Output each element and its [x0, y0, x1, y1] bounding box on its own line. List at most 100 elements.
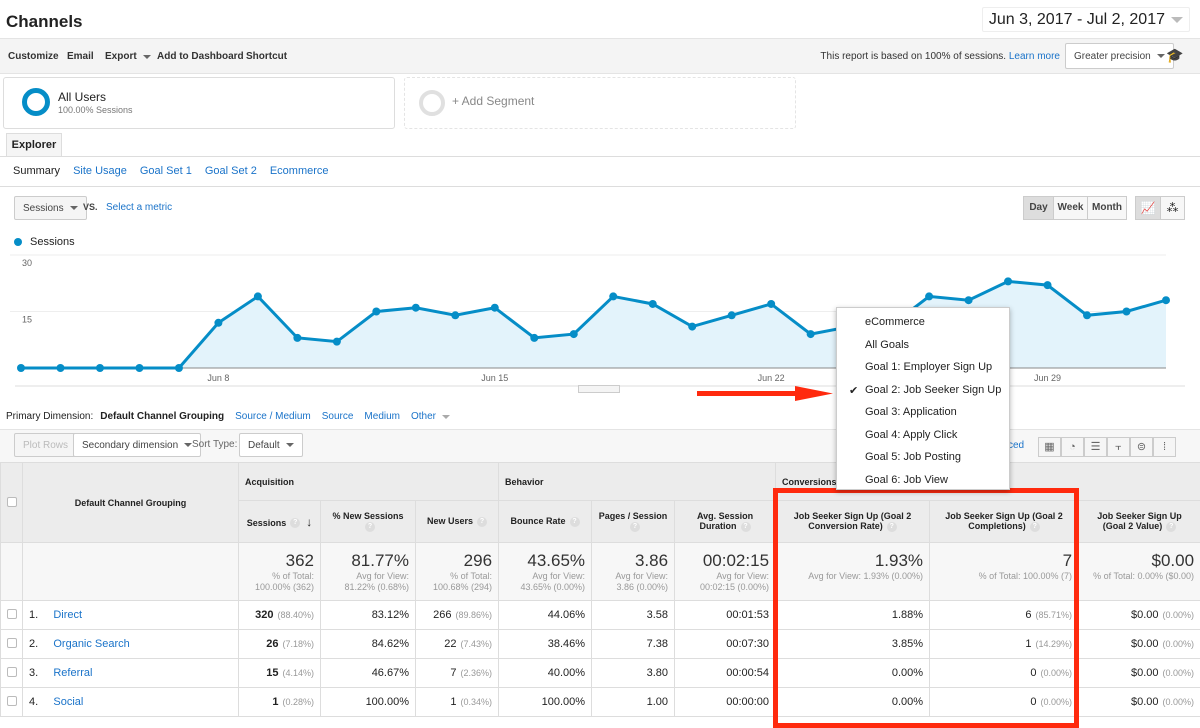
- row-checkbox[interactable]: [7, 609, 17, 619]
- subtab-site-usage[interactable]: Site Usage: [73, 165, 127, 177]
- channel-link[interactable]: Organic Search: [53, 638, 129, 650]
- goal-menu-label: eCommerce: [865, 316, 925, 328]
- row-checkbox[interactable]: [7, 667, 17, 677]
- month-button[interactable]: Month: [1087, 197, 1126, 219]
- precision-dropdown[interactable]: Greater precision: [1065, 43, 1174, 69]
- motion-chart-icon[interactable]: ⁂: [1160, 197, 1184, 219]
- goal-menu-item[interactable]: Goal 5: Job Posting: [865, 451, 961, 463]
- column-header[interactable]: Sessions?↓: [239, 501, 321, 543]
- new-users-pct: (89.86%): [456, 610, 493, 620]
- total-value: 81.77%: [327, 551, 409, 571]
- select-all-checkbox[interactable]: [7, 497, 17, 507]
- channel-link[interactable]: Social: [53, 696, 83, 708]
- subtab-goal-set-1[interactable]: Goal Set 1: [140, 165, 192, 177]
- performance-view-icon[interactable]: ☰: [1084, 437, 1107, 457]
- week-button[interactable]: Week: [1053, 197, 1087, 219]
- data-point: [214, 319, 222, 327]
- subtab-summary[interactable]: Summary: [13, 165, 60, 177]
- dimension-cell: 1. Direct: [23, 601, 239, 630]
- help-icon[interactable]: ?: [290, 518, 300, 528]
- goal-menu-item[interactable]: Goal 3: Application: [865, 406, 957, 418]
- dimension-source[interactable]: Source: [322, 411, 354, 422]
- help-icon[interactable]: ?: [477, 517, 487, 527]
- row-checkbox[interactable]: [7, 638, 17, 648]
- dimension-medium[interactable]: Medium: [364, 411, 400, 422]
- cell: 46.67%: [321, 659, 416, 688]
- sort-type-dropdown[interactable]: Default: [239, 433, 303, 457]
- segment-ring-icon: [419, 90, 445, 116]
- customize-button[interactable]: Customize: [8, 51, 59, 62]
- goal-menu-item[interactable]: eCommerce: [865, 316, 925, 328]
- sort-desc-icon[interactable]: ↓: [306, 515, 312, 529]
- advanced-link[interactable]: ced: [1008, 440, 1024, 451]
- row-checkbox[interactable]: [7, 696, 17, 706]
- column-header[interactable]: Job Seeker Sign Up (Goal 2 Conversion Ra…: [776, 501, 930, 543]
- dimension-header[interactable]: Default Channel Grouping: [23, 463, 239, 543]
- dimension-other[interactable]: Other: [411, 411, 450, 422]
- column-header[interactable]: Pages / Session?: [592, 501, 675, 543]
- help-icon[interactable]: ?: [630, 522, 640, 532]
- line-chart-icon[interactable]: 📈: [1136, 197, 1160, 219]
- data-point: [254, 292, 262, 300]
- total-sub: % of Total:: [422, 571, 492, 582]
- add-to-dashboard-button[interactable]: Add to Dashboard: [157, 51, 244, 62]
- help-icon[interactable]: ?: [365, 522, 375, 532]
- column-header[interactable]: Job Seeker Sign Up (Goal 2 Completions)?: [930, 501, 1079, 543]
- cell: 0.00%: [776, 688, 930, 717]
- help-icon[interactable]: ?: [1030, 522, 1040, 532]
- help-icon[interactable]: ?: [1166, 522, 1176, 532]
- column-header[interactable]: Bounce Rate?: [499, 501, 592, 543]
- subtab-goal-set-2[interactable]: Goal Set 2: [205, 165, 257, 177]
- dimension-default-channel-grouping[interactable]: Default Channel Grouping: [100, 411, 224, 422]
- segment-all-users[interactable]: All Users 100.00% Sessions: [3, 77, 395, 129]
- help-icon[interactable]: ?: [887, 522, 897, 532]
- pie-view-icon[interactable]: ◔: [1061, 437, 1084, 457]
- column-header[interactable]: New Users?: [416, 501, 499, 543]
- new-users-value: 22: [444, 638, 456, 650]
- date-range-picker[interactable]: Jun 3, 2017 - Jul 2, 2017: [982, 7, 1190, 32]
- chart-resize-handle[interactable]: [578, 385, 620, 393]
- plot-rows-button[interactable]: Plot Rows: [14, 433, 77, 457]
- day-button[interactable]: Day: [1024, 197, 1053, 219]
- email-button[interactable]: Email: [67, 51, 94, 62]
- export-button[interactable]: Export: [105, 51, 151, 62]
- goal-menu-item[interactable]: Goal 4: Apply Click: [865, 429, 957, 441]
- learn-more-link[interactable]: Learn more: [1009, 51, 1060, 62]
- column-header[interactable]: % New Sessions?: [321, 501, 416, 543]
- sampling-text: This report is based on 100% of sessions…: [820, 51, 1006, 62]
- data-point: [135, 364, 143, 372]
- goal-menu-item[interactable]: Goal 1: Employer Sign Up: [865, 361, 992, 373]
- row-number: 2.: [29, 638, 38, 650]
- column-header[interactable]: Job Seeker Sign Up (Goal 2 Value)?: [1079, 501, 1200, 543]
- cell: 0(0.00%): [930, 659, 1079, 688]
- data-point: [965, 296, 973, 304]
- data-point: [767, 300, 775, 308]
- add-segment-button[interactable]: + Add Segment: [404, 77, 796, 129]
- subtab-ecommerce[interactable]: Ecommerce: [270, 165, 329, 177]
- goal-menu-item[interactable]: ✔Goal 2: Job Seeker Sign Up: [865, 384, 1001, 396]
- graduation-cap-icon[interactable]: 🎓: [1166, 47, 1183, 64]
- goal-menu-item[interactable]: All Goals: [865, 339, 909, 351]
- channel-link[interactable]: Referral: [53, 667, 92, 679]
- dimension-source-medium[interactable]: Source / Medium: [235, 411, 311, 422]
- term-cloud-icon[interactable]: ⊜: [1130, 437, 1153, 457]
- table-view-icon[interactable]: ▦: [1038, 437, 1061, 457]
- channel-link[interactable]: Direct: [53, 609, 82, 621]
- report-toolbar: Customize Email Export Add to Dashboard …: [0, 38, 1200, 74]
- help-icon[interactable]: ?: [570, 517, 580, 527]
- secondary-dimension-dropdown[interactable]: Secondary dimension: [73, 433, 201, 457]
- total-cell: 7% of Total: 100.00% (7): [930, 543, 1079, 601]
- goal-menu-item[interactable]: Goal 6: Job View: [865, 474, 948, 486]
- metric-dropdown[interactable]: Sessions: [14, 196, 87, 220]
- column-header[interactable]: Avg. Session Duration?: [675, 501, 776, 543]
- shortcut-button[interactable]: Shortcut: [246, 51, 287, 62]
- tab-explorer[interactable]: Explorer: [6, 133, 62, 157]
- select-metric-link[interactable]: Select a metric: [106, 202, 172, 213]
- new-users-value: 7: [450, 667, 456, 679]
- total-value: 362: [245, 551, 314, 571]
- pivot-view-icon[interactable]: ⁞: [1153, 437, 1176, 457]
- comparison-view-icon[interactable]: ⫟: [1107, 437, 1130, 457]
- dimension-cell: 3. Referral: [23, 659, 239, 688]
- cell: 100.00%: [499, 688, 592, 717]
- help-icon[interactable]: ?: [741, 522, 751, 532]
